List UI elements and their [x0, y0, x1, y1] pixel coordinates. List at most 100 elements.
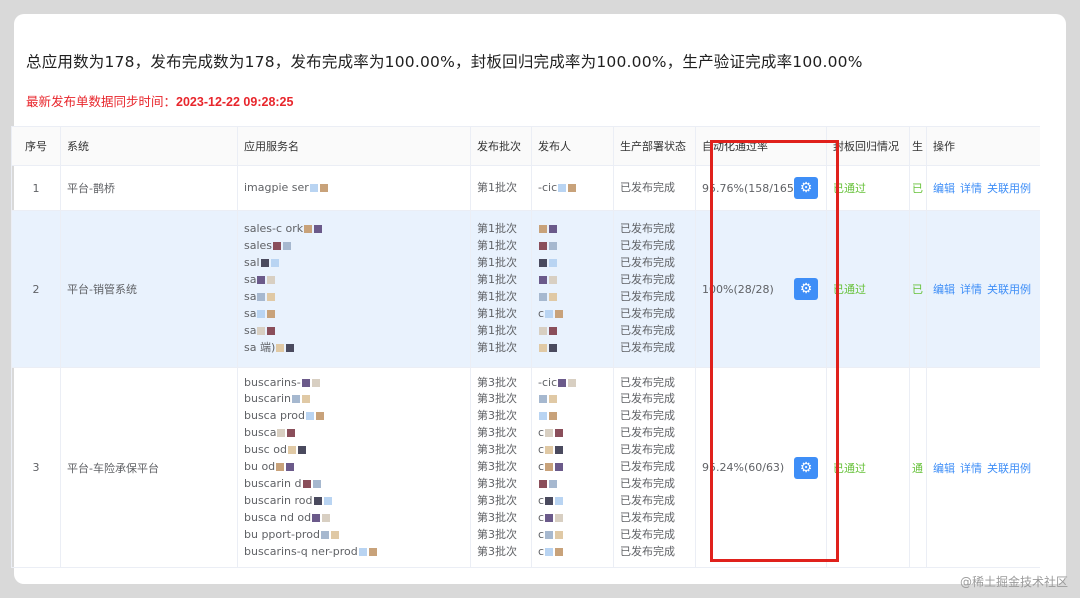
deploy-status-item: 已发布完成 [620, 459, 689, 476]
redaction-mark [539, 395, 547, 404]
cell-auto-rate: 100%(28/28) ⚙ [695, 210, 827, 368]
publisher-item: c [538, 459, 607, 476]
service-item: imagpie ser [244, 180, 464, 197]
service-item: busca [244, 425, 464, 442]
batch-item: 第3批次 [477, 510, 525, 527]
detail-link[interactable]: 详情 [960, 182, 982, 195]
service-item: sales-c ork [244, 221, 464, 238]
service-text: sales [244, 239, 273, 253]
publisher-text: c [538, 443, 545, 457]
redaction-mark [545, 530, 554, 539]
redaction-mark [286, 463, 295, 472]
cell-service: sales-c ork sales sal sa sa sa sa sa 端) [237, 210, 471, 368]
redaction-mark [555, 530, 564, 539]
cell-publisher: -cic [531, 165, 614, 211]
service-text: sa [244, 306, 257, 320]
service-item: bu od [244, 459, 464, 476]
deploy-status-text: 已发布完成 [620, 306, 675, 320]
cell-publisher: c [531, 210, 614, 368]
batch-item: 第1批次 [477, 340, 525, 357]
redaction-mark [322, 513, 331, 522]
batch-text: 第3批次 [477, 510, 517, 524]
table-row[interactable]: 3 平台-车险承保平台 buscarins-buscarin busca prod bu… [11, 367, 1040, 568]
publisher-list: c [538, 221, 607, 356]
redaction-mark [320, 530, 329, 539]
cell-deploy-status: 已发布完成 已发布完成 已发布完成 已发布完成 已发布完成 已发布完成 已发布完成 已发布完成… [613, 367, 696, 568]
header-regression: 封板回归情况 [826, 126, 910, 166]
cell-ops: 编辑 详情 关联用例 [926, 165, 1040, 211]
deploy-status-text: 已发布完成 [620, 460, 675, 474]
edit-link[interactable]: 编辑 [933, 462, 955, 475]
release-table-wrapper: 序号 系统 应用服务名 发布批次 发布人 生产部署状态 自动化通过率 封板回归情… [11, 126, 1040, 586]
publisher-item [538, 476, 607, 493]
redaction-mark [539, 225, 547, 234]
batch-text: 第1批次 [477, 340, 517, 354]
summary-text: 总应用数为178，发布完成数为178，发布完成率为100.00%，封板回归完成率… [26, 53, 863, 71]
edit-link[interactable]: 编辑 [933, 283, 955, 296]
service-item: busca nd od [244, 510, 464, 527]
linked-cases-link[interactable]: 关联用例 [987, 283, 1031, 296]
redaction-mark [287, 429, 296, 438]
service-item: sa [244, 323, 464, 340]
publisher-text: c [538, 527, 545, 541]
auto-rate-value: 100%(28/28) [702, 282, 774, 296]
header-index: 序号 [11, 126, 61, 166]
table-row[interactable]: 2 平台-销管系统 sales-c ork sales sal sa sa sa sa sa 端)… [11, 210, 1040, 368]
publisher-item [538, 272, 607, 289]
redaction-mark [539, 326, 547, 335]
header-ops: 操作 [926, 126, 1040, 166]
publisher-item [538, 323, 607, 340]
cell-deploy-status: 已发布完成 [613, 165, 696, 211]
service-text: sales-c ork [244, 222, 304, 236]
batch-item: 第1批次 [477, 238, 525, 255]
auto-rate-value: 95.24%(60/63) [702, 461, 785, 474]
gear-icon[interactable]: ⚙ [794, 278, 818, 300]
detail-link[interactable]: 详情 [960, 462, 982, 475]
service-text: sa [244, 323, 257, 337]
redaction-mark [568, 183, 577, 192]
deploy-status-item: 已发布完成 [620, 323, 689, 340]
cell-auto-rate: 95.76%(158/165) ⚙ [695, 165, 827, 211]
redaction-mark [323, 496, 332, 505]
deploy-status-text: 已发布完成 [620, 409, 675, 423]
redaction-mark [545, 547, 554, 556]
gear-icon[interactable]: ⚙ [794, 177, 818, 199]
service-text: busc od [244, 443, 287, 457]
batch-text: 第1批次 [477, 180, 517, 194]
table-row[interactable]: 1 平台-鹊桥 imagpie ser 第1批次 -cic 已发布完成 95.76%(15… [11, 165, 1040, 211]
cell-regression: 已通过 [826, 367, 910, 568]
edit-link[interactable]: 编辑 [933, 182, 955, 195]
redaction-mark [539, 412, 547, 421]
detail-link[interactable]: 详情 [960, 283, 982, 296]
gear-icon[interactable]: ⚙ [794, 456, 818, 479]
redaction-mark [286, 343, 295, 352]
sync-time-line: 最新发布单数据同步时间：2023-12-22 09:28:25 [26, 91, 293, 110]
redaction-mark [297, 446, 306, 455]
redaction-mark [545, 429, 554, 438]
linked-cases-link[interactable]: 关联用例 [987, 462, 1031, 475]
deploy-status-text: 已发布完成 [620, 290, 675, 303]
service-item: busca prod [244, 408, 464, 425]
batch-text: 第3批次 [477, 443, 517, 457]
publisher-item: c [538, 425, 607, 442]
redaction-mark [277, 429, 286, 438]
redaction-mark [545, 463, 554, 472]
linked-cases-link[interactable]: 关联用例 [987, 182, 1031, 195]
cell-batch: 第3批次 第3批次 第3批次 第3批次 第3批次 第3批次 第3批次 第3批次 第3批次 第3批次… [470, 367, 532, 568]
publisher-text: -cic [538, 375, 558, 389]
publisher-item: c [538, 510, 607, 527]
redaction-mark [568, 378, 577, 387]
cell-deploy-status: 已发布完成 已发布完成 已发布完成 已发布完成 已发布完成 已发布完成 已发布完成 已发布完成 [613, 210, 696, 368]
deploy-status-item: 已发布完成 [620, 391, 689, 408]
redaction-mark [313, 496, 322, 505]
service-item: buscarin [244, 391, 464, 408]
deploy-status-text: 已发布完成 [620, 476, 675, 490]
deploy-status-item: 已发布完成 [620, 306, 689, 323]
redaction-mark [555, 513, 564, 522]
redaction-mark [330, 530, 339, 539]
redaction-mark [358, 547, 367, 556]
deploy-status-text: 已发布完成 [620, 510, 675, 524]
publisher-text: c [538, 510, 545, 524]
batch-text: 第3批次 [477, 476, 517, 490]
redaction-mark [305, 412, 314, 421]
